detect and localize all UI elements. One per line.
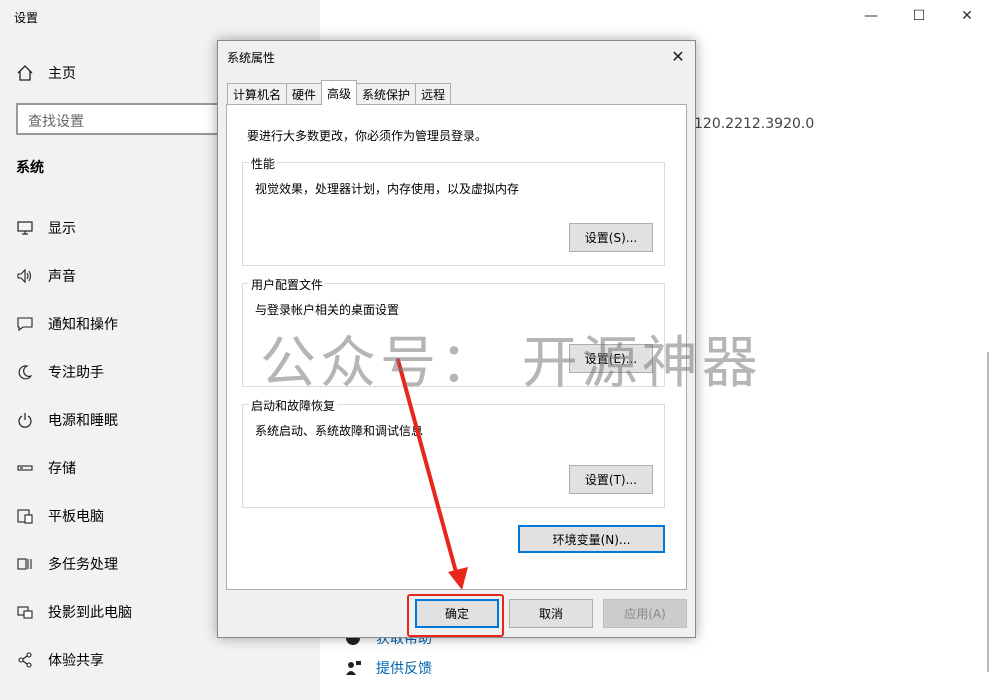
tab-advanced[interactable]: 高级 bbox=[321, 80, 358, 105]
watermark-text: 公众号： 开源神器 bbox=[260, 331, 762, 396]
